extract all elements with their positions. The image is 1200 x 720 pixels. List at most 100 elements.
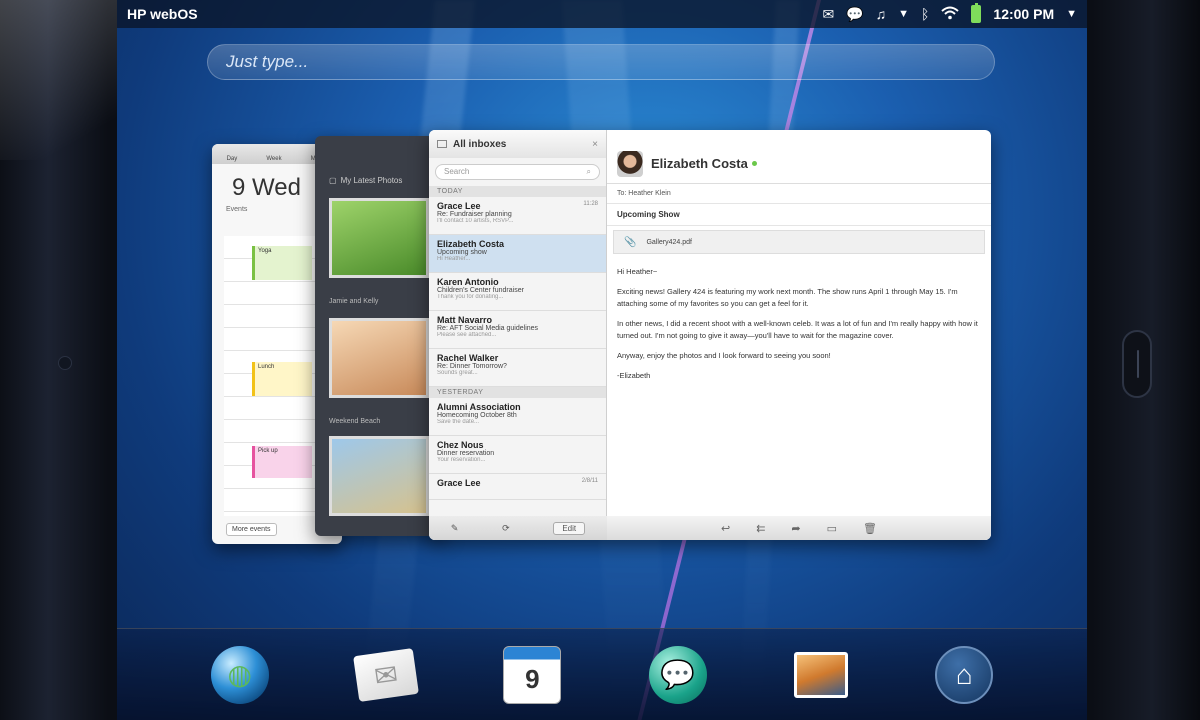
message-paragraph: Exciting news! Gallery 424 is featuring …: [617, 287, 958, 308]
message-from: Chez Nous: [437, 440, 484, 450]
chat-notification-icon[interactable]: 💬: [846, 6, 863, 23]
message-subject: Dinner reservation: [437, 450, 495, 457]
message-toolbar: ↩ ⇇ ➦ ▭ 🗑: [607, 516, 991, 540]
album-thumbnail[interactable]: [329, 318, 429, 398]
album-header: ▢ My Latest Photos: [315, 136, 445, 185]
message-row[interactable]: Grace Lee Re: Fundraiser planning I'll c…: [429, 197, 606, 235]
status-indicators: ✉ 💬 ♫ ▼ ᛒ 12:00 PM ▼: [822, 3, 1077, 23]
web-browser-icon[interactable]: ◍: [210, 645, 269, 704]
attachment[interactable]: 📎 Gallery424.pdf: [613, 230, 985, 254]
app-menu-title[interactable]: HP webOS: [127, 6, 198, 22]
calendar-event[interactable]: Pick up: [252, 446, 312, 478]
message-preview: Sounds great...: [437, 370, 478, 376]
album-label: Weekend Beach: [329, 418, 381, 425]
message-preview: Save the date...: [437, 419, 480, 425]
close-icon[interactable]: ×: [592, 139, 598, 150]
just-type-bar[interactable]: [207, 44, 995, 80]
online-status-icon: [751, 161, 757, 166]
message-subject: Re: Dinner Tomorrow?: [437, 363, 507, 370]
message-subject: Children's Center fundraiser: [437, 287, 524, 294]
message-row[interactable]: Karen Antonio Children's Center fundrais…: [429, 273, 606, 311]
edit-button[interactable]: Edit: [553, 521, 586, 535]
email-notification-icon[interactable]: ✉: [822, 6, 834, 23]
message-row[interactable]: Grace Lee 2/8/11: [429, 474, 606, 500]
chevron-down-icon[interactable]: ▼: [898, 8, 909, 20]
clock[interactable]: 12:00 PM: [993, 6, 1054, 22]
inbox-title[interactable]: All inboxes: [453, 139, 506, 150]
message-row[interactable]: Alumni Association Homecoming October 8t…: [429, 398, 606, 436]
calendar-event[interactable]: Lunch: [252, 362, 312, 396]
photos-app-card[interactable]: ▢ My Latest Photos Jamie and Kelly Weeke…: [315, 136, 445, 536]
email-icon[interactable]: ✉: [353, 647, 419, 702]
avatar[interactable]: [617, 150, 643, 177]
calendar-icon[interactable]: 9: [503, 645, 562, 704]
message-row-selected[interactable]: Elizabeth Costa Upcoming show Hi Heather…: [429, 235, 606, 273]
inbox-toolbar: ✎ ⟳ Edit: [429, 516, 607, 540]
launcher-icon[interactable]: ⌂: [935, 645, 994, 704]
status-bar: HP webOS ✉ 💬 ♫ ▼ ᛒ 12:00 PM ▼: [117, 0, 1087, 28]
message-preview: Thank you for donating...: [437, 294, 504, 300]
home-button[interactable]: [1122, 330, 1152, 398]
message-from: Matt Navarro: [437, 315, 493, 325]
quick-launch-dock: ◍ ✉ 9 💬 ⌂: [117, 628, 1087, 720]
reply-all-icon[interactable]: ⇇: [756, 522, 765, 535]
forward-icon[interactable]: ➦: [791, 522, 800, 535]
inbox-list-pane: All inboxes × Search ⌕ TODAY Grace Lee R…: [429, 130, 607, 540]
messaging-icon[interactable]: 💬: [648, 645, 707, 704]
calendar-view-day[interactable]: Day: [227, 156, 238, 162]
inbox-search[interactable]: Search ⌕: [435, 164, 600, 180]
message-row[interactable]: Rachel Walker Re: Dinner Tomorrow? Sound…: [429, 349, 606, 387]
message-header: Elizabeth Costa: [607, 144, 991, 184]
message-paragraph: Anyway, enjoy the photos and I look forw…: [617, 351, 831, 360]
move-to-folder-icon[interactable]: ▭: [827, 522, 837, 535]
wifi-icon[interactable]: [941, 6, 960, 23]
sender-name[interactable]: Elizabeth Costa: [651, 156, 748, 171]
message-from: Elizabeth Costa: [437, 239, 505, 249]
album-icon: ▢: [329, 176, 337, 185]
calendar-view-week[interactable]: Week: [266, 156, 281, 162]
section-header-yesterday: YESTERDAY: [429, 387, 606, 398]
message-subject: Upcoming show: [437, 249, 487, 256]
section-header-today: TODAY: [429, 186, 606, 197]
calendar-icon-day: 9: [525, 664, 540, 694]
message-subject-line: Upcoming Show: [607, 204, 991, 226]
paperclip-icon: 📎: [624, 236, 637, 248]
message-from: Alumni Association: [437, 402, 521, 412]
message-preview: Your reservation...: [437, 457, 486, 463]
message-subject: Re: AFT Social Media guidelines: [437, 325, 539, 332]
message-preview: I'll contact 10 artists, RSVP...: [437, 218, 514, 224]
screen: HP webOS ✉ 💬 ♫ ▼ ᛒ 12:00 PM ▼ Day: [117, 0, 1087, 720]
reply-icon[interactable]: ↩: [721, 522, 730, 535]
message-subject: Homecoming October 8th: [437, 412, 517, 419]
just-type-input[interactable]: [226, 52, 976, 72]
message-from: Rachel Walker: [437, 353, 499, 363]
album-thumbnail[interactable]: [329, 436, 429, 516]
message-time: 2/8/11: [581, 478, 598, 484]
email-app-card[interactable]: All inboxes × Search ⌕ TODAY Grace Lee R…: [429, 130, 991, 540]
message-row[interactable]: Chez Nous Dinner reservation Your reserv…: [429, 436, 606, 474]
message-row[interactable]: Matt Navarro Re: AFT Social Media guidel…: [429, 311, 606, 349]
message-time: 11:28: [583, 201, 598, 207]
inbox-header: All inboxes ×: [429, 130, 606, 158]
refresh-icon[interactable]: ⟳: [502, 523, 510, 534]
album-label: My Latest Photos: [340, 176, 403, 185]
photos-icon[interactable]: [793, 651, 848, 698]
inbox-search-placeholder: Search: [444, 167, 470, 176]
chevron-down-icon[interactable]: ▼: [1066, 8, 1077, 20]
calendar-event[interactable]: Yoga: [252, 246, 312, 280]
message-from: Karen Antonio: [437, 277, 499, 287]
message-paragraph: -Elizabeth: [617, 371, 651, 380]
more-events-button[interactable]: More events: [226, 523, 277, 536]
message-paragraph: Hi Heather~: [617, 267, 658, 276]
message-from: Grace Lee: [437, 478, 481, 488]
to-value[interactable]: Heather Klein: [628, 190, 670, 197]
battery-icon[interactable]: [971, 3, 982, 23]
music-icon[interactable]: ♫: [876, 6, 887, 22]
delete-icon[interactable]: 🗑: [863, 522, 877, 535]
message-subject: Re: Fundraiser planning: [437, 211, 512, 218]
album-thumbnail[interactable]: [329, 198, 429, 278]
bluetooth-icon[interactable]: ᛒ: [921, 6, 929, 22]
message-from: Grace Lee: [437, 201, 481, 211]
message-paragraph: In other news, I did a recent shoot with…: [617, 319, 978, 340]
compose-icon[interactable]: ✎: [451, 523, 459, 534]
